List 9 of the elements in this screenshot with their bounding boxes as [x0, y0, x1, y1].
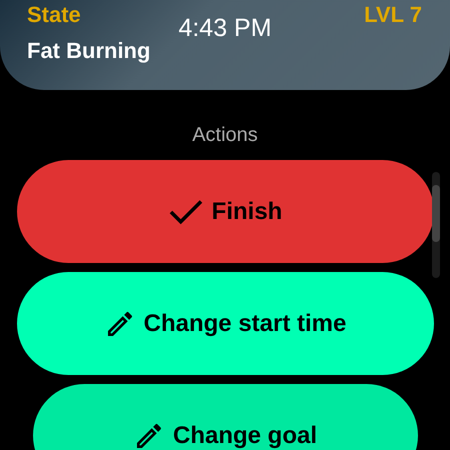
level-label: LVL 7: [364, 2, 422, 28]
action-button[interactable]: Finish: [16, 160, 434, 263]
scrollbar[interactable]: [432, 172, 440, 278]
state-label: State: [27, 2, 82, 28]
section-title: Actions: [192, 124, 258, 146]
state-value: Fat Burning: [27, 38, 150, 64]
clock-time: 4:43 PM: [178, 14, 272, 43]
action-button[interactable]: Change goal: [32, 384, 418, 450]
action-button[interactable]: Change start time: [16, 272, 434, 375]
